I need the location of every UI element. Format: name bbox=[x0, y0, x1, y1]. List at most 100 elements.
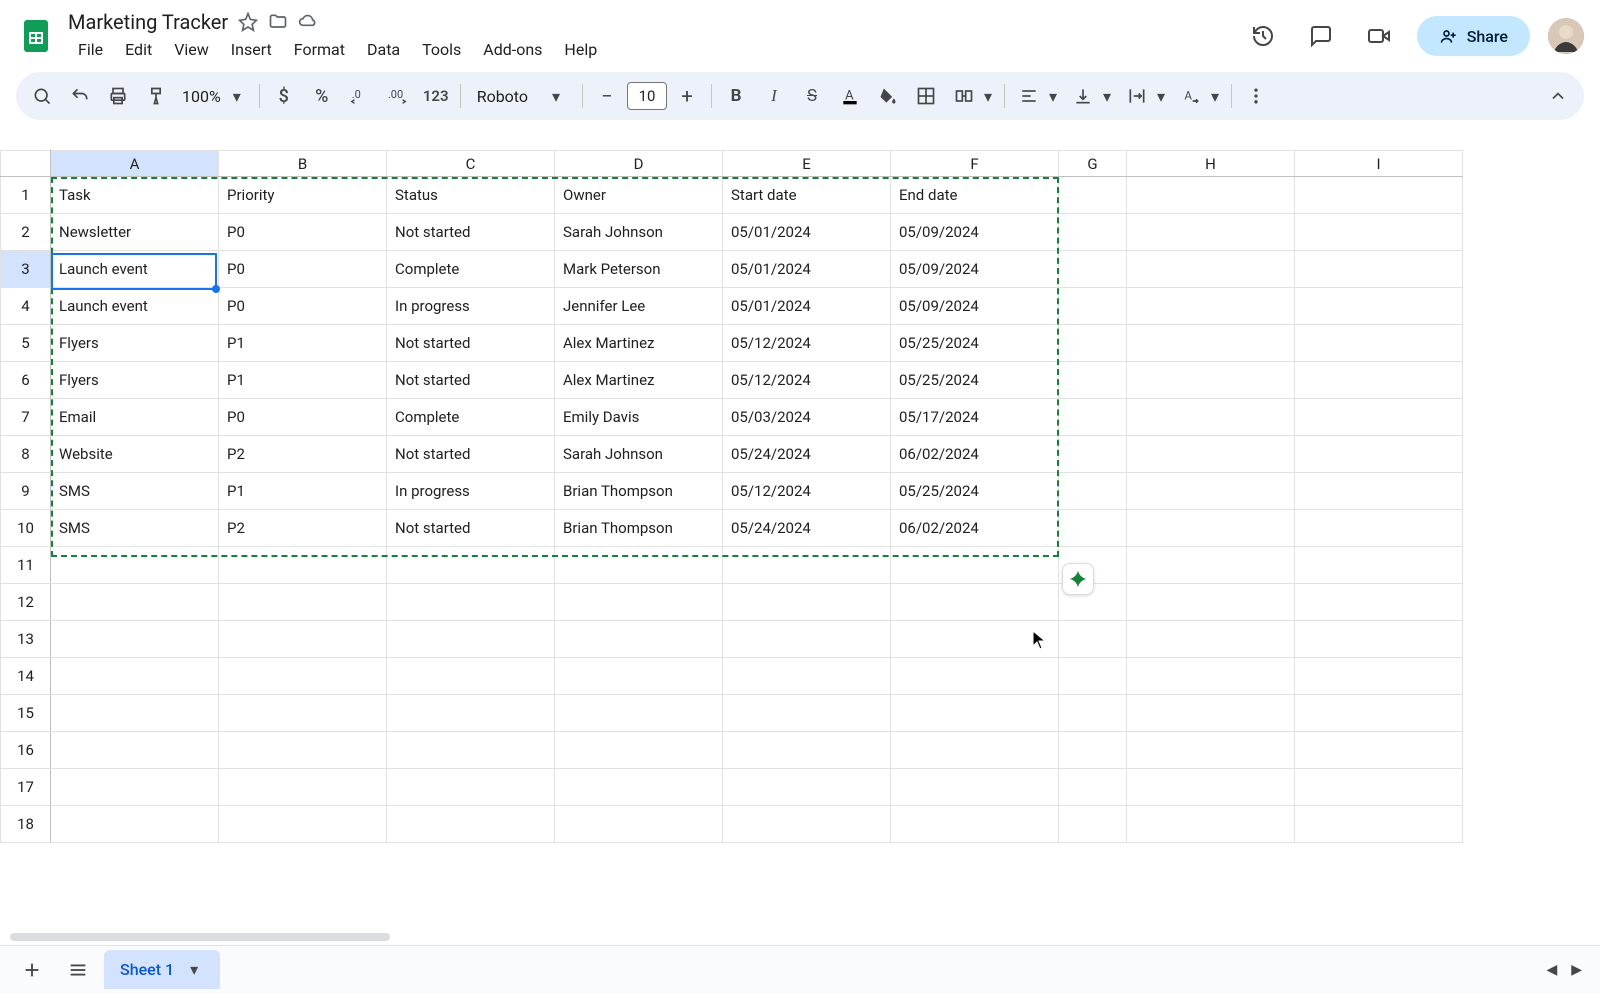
row-header[interactable]: 2 bbox=[1, 214, 51, 251]
cell[interactable] bbox=[891, 806, 1059, 843]
decrease-decimal-icon[interactable]: .0 bbox=[342, 78, 378, 114]
cell[interactable]: Email bbox=[51, 399, 219, 436]
row-header[interactable]: 1 bbox=[1, 177, 51, 214]
cell[interactable] bbox=[891, 769, 1059, 806]
increase-font-icon[interactable]: + bbox=[669, 78, 705, 114]
cell[interactable] bbox=[51, 584, 219, 621]
cell[interactable] bbox=[1059, 177, 1127, 214]
column-header[interactable]: D bbox=[555, 151, 723, 177]
cell[interactable] bbox=[1059, 769, 1127, 806]
zoom-select[interactable]: 100% ▾ bbox=[176, 78, 253, 114]
row-header[interactable]: 7 bbox=[1, 399, 51, 436]
cell[interactable] bbox=[1295, 806, 1463, 843]
cell[interactable] bbox=[219, 732, 387, 769]
cell[interactable] bbox=[51, 806, 219, 843]
cell[interactable]: Not started bbox=[387, 436, 555, 473]
cell[interactable] bbox=[1059, 214, 1127, 251]
cell[interactable] bbox=[51, 658, 219, 695]
cell[interactable] bbox=[1059, 325, 1127, 362]
cell[interactable] bbox=[1127, 251, 1295, 288]
cell[interactable] bbox=[891, 621, 1059, 658]
font-select[interactable]: Roboto ▾ bbox=[467, 78, 576, 114]
row-header[interactable]: 3 bbox=[1, 251, 51, 288]
cell[interactable]: End date bbox=[891, 177, 1059, 214]
menu-help[interactable]: Help bbox=[554, 36, 607, 63]
cell[interactable] bbox=[1127, 658, 1295, 695]
menu-file[interactable]: File bbox=[68, 36, 113, 63]
row-header[interactable]: 6 bbox=[1, 362, 51, 399]
cell[interactable] bbox=[1059, 658, 1127, 695]
row-header[interactable]: 18 bbox=[1, 806, 51, 843]
cell[interactable] bbox=[387, 769, 555, 806]
cell[interactable] bbox=[219, 658, 387, 695]
cell[interactable]: 05/12/2024 bbox=[723, 362, 891, 399]
cell[interactable] bbox=[1127, 584, 1295, 621]
merge-cells-icon[interactable] bbox=[946, 78, 982, 114]
menu-tools[interactable]: Tools bbox=[412, 36, 471, 63]
cell[interactable]: Newsletter bbox=[51, 214, 219, 251]
cell[interactable]: Status bbox=[387, 177, 555, 214]
cell[interactable]: 05/09/2024 bbox=[891, 251, 1059, 288]
cell[interactable]: 05/24/2024 bbox=[723, 510, 891, 547]
cell[interactable] bbox=[555, 621, 723, 658]
cell[interactable] bbox=[555, 769, 723, 806]
menu-addons[interactable]: Add-ons bbox=[473, 36, 552, 63]
row-header[interactable]: 4 bbox=[1, 288, 51, 325]
cell[interactable] bbox=[1295, 214, 1463, 251]
cell[interactable] bbox=[1127, 325, 1295, 362]
cell[interactable] bbox=[555, 695, 723, 732]
column-header[interactable]: C bbox=[387, 151, 555, 177]
cell[interactable]: P1 bbox=[219, 362, 387, 399]
cell[interactable]: Launch event bbox=[51, 251, 219, 288]
cell[interactable] bbox=[387, 584, 555, 621]
cell[interactable] bbox=[387, 547, 555, 584]
gemini-suggest-chip[interactable] bbox=[1062, 563, 1094, 595]
row-header[interactable]: 17 bbox=[1, 769, 51, 806]
cell[interactable]: SMS bbox=[51, 473, 219, 510]
cell[interactable] bbox=[1059, 288, 1127, 325]
collapse-toolbar-icon[interactable] bbox=[1540, 78, 1576, 114]
cell[interactable]: 06/02/2024 bbox=[891, 510, 1059, 547]
cell[interactable] bbox=[51, 732, 219, 769]
star-icon[interactable] bbox=[238, 12, 258, 32]
menu-insert[interactable]: Insert bbox=[221, 36, 282, 63]
chevron-down-icon[interactable]: ▾ bbox=[1151, 87, 1171, 106]
column-header[interactable]: H bbox=[1127, 151, 1295, 177]
cell[interactable]: Start date bbox=[723, 177, 891, 214]
cell[interactable] bbox=[219, 695, 387, 732]
column-header[interactable]: I bbox=[1295, 151, 1463, 177]
cell[interactable]: Not started bbox=[387, 510, 555, 547]
cell[interactable] bbox=[51, 621, 219, 658]
menu-data[interactable]: Data bbox=[357, 36, 410, 63]
cell[interactable]: P0 bbox=[219, 251, 387, 288]
cell[interactable] bbox=[1295, 362, 1463, 399]
cell[interactable] bbox=[387, 658, 555, 695]
select-all-corner[interactable] bbox=[1, 151, 51, 177]
chevron-down-icon[interactable]: ▾ bbox=[978, 87, 998, 106]
account-avatar[interactable] bbox=[1548, 18, 1584, 54]
cell[interactable] bbox=[387, 732, 555, 769]
cell[interactable] bbox=[1295, 399, 1463, 436]
cell[interactable] bbox=[723, 658, 891, 695]
cell[interactable]: Jennifer Lee bbox=[555, 288, 723, 325]
bold-icon[interactable]: B bbox=[718, 78, 754, 114]
chevron-down-icon[interactable]: ▾ bbox=[1043, 87, 1063, 106]
cell[interactable]: Complete bbox=[387, 251, 555, 288]
move-folder-icon[interactable] bbox=[268, 12, 288, 32]
cell[interactable]: 05/01/2024 bbox=[723, 288, 891, 325]
cell[interactable]: 05/12/2024 bbox=[723, 473, 891, 510]
row-header[interactable]: 15 bbox=[1, 695, 51, 732]
search-menus-icon[interactable] bbox=[24, 78, 60, 114]
column-header[interactable]: F bbox=[891, 151, 1059, 177]
cell[interactable]: Flyers bbox=[51, 325, 219, 362]
cell[interactable]: 05/25/2024 bbox=[891, 325, 1059, 362]
italic-icon[interactable]: I bbox=[756, 78, 792, 114]
cell[interactable] bbox=[1127, 769, 1295, 806]
chevron-down-icon[interactable]: ▾ bbox=[1097, 87, 1117, 106]
scroll-right-icon[interactable]: ▶ bbox=[1571, 962, 1582, 978]
cell[interactable] bbox=[1127, 214, 1295, 251]
fill-color-icon[interactable] bbox=[870, 78, 906, 114]
cell[interactable]: 05/24/2024 bbox=[723, 436, 891, 473]
cell[interactable] bbox=[1295, 658, 1463, 695]
cell[interactable] bbox=[219, 584, 387, 621]
